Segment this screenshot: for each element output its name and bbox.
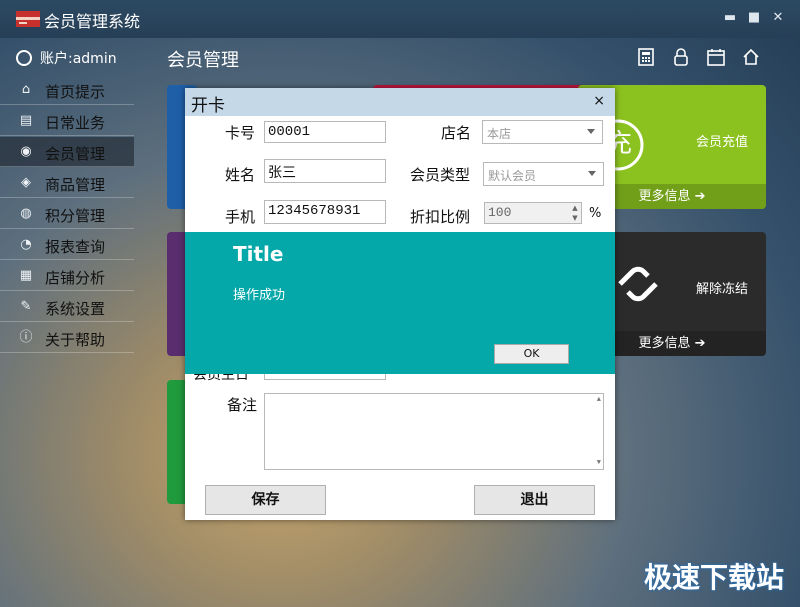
sidebar-item-about-help[interactable]: ⓘ 关于帮助 (0, 323, 134, 353)
home-icon[interactable] (741, 47, 761, 67)
analysis-icon: ▦ (19, 268, 33, 283)
close-window-button[interactable]: ✕ (770, 10, 786, 26)
scroll-down-icon[interactable]: ▼ (597, 459, 601, 467)
sidebar-item-label: 店铺分析 (45, 269, 106, 287)
dialog-header: 开卡 × (185, 88, 615, 116)
clipboard-icon: ▤ (19, 113, 33, 128)
sidebar-item-home-tips[interactable]: ⌂ 首页提示 (0, 75, 134, 105)
maximize-button[interactable]: ■ (746, 10, 762, 26)
points-icon: ◍ (20, 206, 32, 221)
phone-field[interactable]: 12345678931 (264, 200, 386, 224)
sidebar-item-label: 日常业务 (45, 114, 106, 132)
remark-textarea[interactable]: ▲ ▼ (264, 393, 604, 470)
home-icon: ⌂ (21, 82, 31, 97)
exit-button[interactable]: 退出 (474, 485, 595, 515)
name-label: 姓名 (225, 166, 256, 184)
sidebar-item-member-management[interactable]: ◉ 会员管理 (0, 137, 134, 167)
sidebar-item-product-management[interactable]: ◈ 商品管理 (0, 168, 134, 198)
discount-unit: % (589, 206, 602, 221)
sidebar-item-store-analysis[interactable]: ▦ 店铺分析 (0, 261, 134, 291)
sidebar-item-system-settings[interactable]: ✎ 系统设置 (0, 292, 134, 322)
dialog-title: 开卡 (191, 96, 225, 116)
account-label: 账户:admin (40, 51, 117, 67)
watermark: 极速下载站 (643, 561, 784, 594)
ok-button[interactable]: OK (494, 344, 569, 364)
sidebar-item-label: 积分管理 (45, 207, 106, 225)
store-label: 店名 (441, 124, 472, 142)
report-icon: ◔ (20, 237, 32, 252)
app-logo-icon (16, 11, 40, 27)
lock-icon[interactable] (671, 47, 691, 67)
minimize-button[interactable]: ▬ (722, 10, 738, 26)
message-box: Title 操作成功 OK (185, 232, 615, 374)
user-icon: ◉ (20, 144, 32, 159)
sidebar-item-points-management[interactable]: ◍ 积分管理 (0, 199, 134, 229)
app-title: 会员管理系统 (44, 12, 141, 31)
message-text: 操作成功 (233, 288, 286, 303)
phone-label: 手机 (225, 208, 256, 226)
calculator-icon[interactable] (636, 47, 656, 67)
card-no-label: 卡号 (225, 124, 256, 142)
arrow-right-icon: ➔ (694, 189, 706, 204)
chevron-down-icon (588, 171, 596, 176)
wrench-icon: ✎ (20, 299, 32, 314)
sidebar-item-label: 关于帮助 (45, 331, 106, 349)
calendar-icon[interactable] (706, 47, 726, 67)
sidebar-item-label: 首页提示 (45, 83, 106, 101)
sidebar-item-label: 报表查询 (45, 238, 106, 256)
member-type-label: 会员类型 (410, 166, 471, 184)
page-title: 会员管理 (167, 50, 239, 71)
title-bar: 会员管理系统 ▬ ■ ✕ (0, 0, 800, 38)
remark-label: 备注 (227, 396, 258, 414)
info-icon: ⓘ (19, 330, 33, 345)
name-field[interactable]: 张三 (264, 159, 386, 183)
sidebar-item-label: 系统设置 (45, 300, 106, 318)
sidebar-item-label: 商品管理 (45, 176, 106, 194)
sidebar-item-label: 会员管理 (45, 145, 106, 163)
scroll-up-icon[interactable]: ▲ (597, 396, 601, 404)
tile-label-recharge: 会员充值 (695, 135, 748, 150)
discount-label: 折扣比例 (410, 208, 471, 226)
sidebar-item-report-query[interactable]: ◔ 报表查询 (0, 230, 134, 260)
discount-spinner[interactable]: 100 (484, 202, 582, 224)
tile-label-unfreeze: 解除冻结 (695, 282, 748, 297)
account-icon (16, 50, 32, 66)
member-type-select[interactable]: 默认会员 (483, 162, 604, 186)
chevron-down-icon (587, 129, 595, 134)
card-no-field[interactable]: 00001 (264, 121, 386, 143)
sidebar: 账户:admin ⌂ 首页提示 ▤ 日常业务 ◉ 会员管理 ◈ 商品管理 ◍ 积… (0, 38, 134, 358)
box-icon: ◈ (21, 175, 31, 190)
save-button[interactable]: 保存 (205, 485, 326, 515)
unlink-icon (618, 266, 658, 302)
arrow-right-icon: ➔ (694, 336, 706, 351)
message-title: Title (233, 242, 284, 266)
sidebar-item-daily-business[interactable]: ▤ 日常业务 (0, 106, 134, 136)
account-info[interactable]: 账户:admin (16, 48, 117, 68)
dialog-close-button[interactable]: × (593, 93, 605, 109)
spinner-arrows-icon[interactable]: ▲ ▼ (569, 203, 581, 223)
store-select[interactable]: 本店 (482, 120, 603, 144)
